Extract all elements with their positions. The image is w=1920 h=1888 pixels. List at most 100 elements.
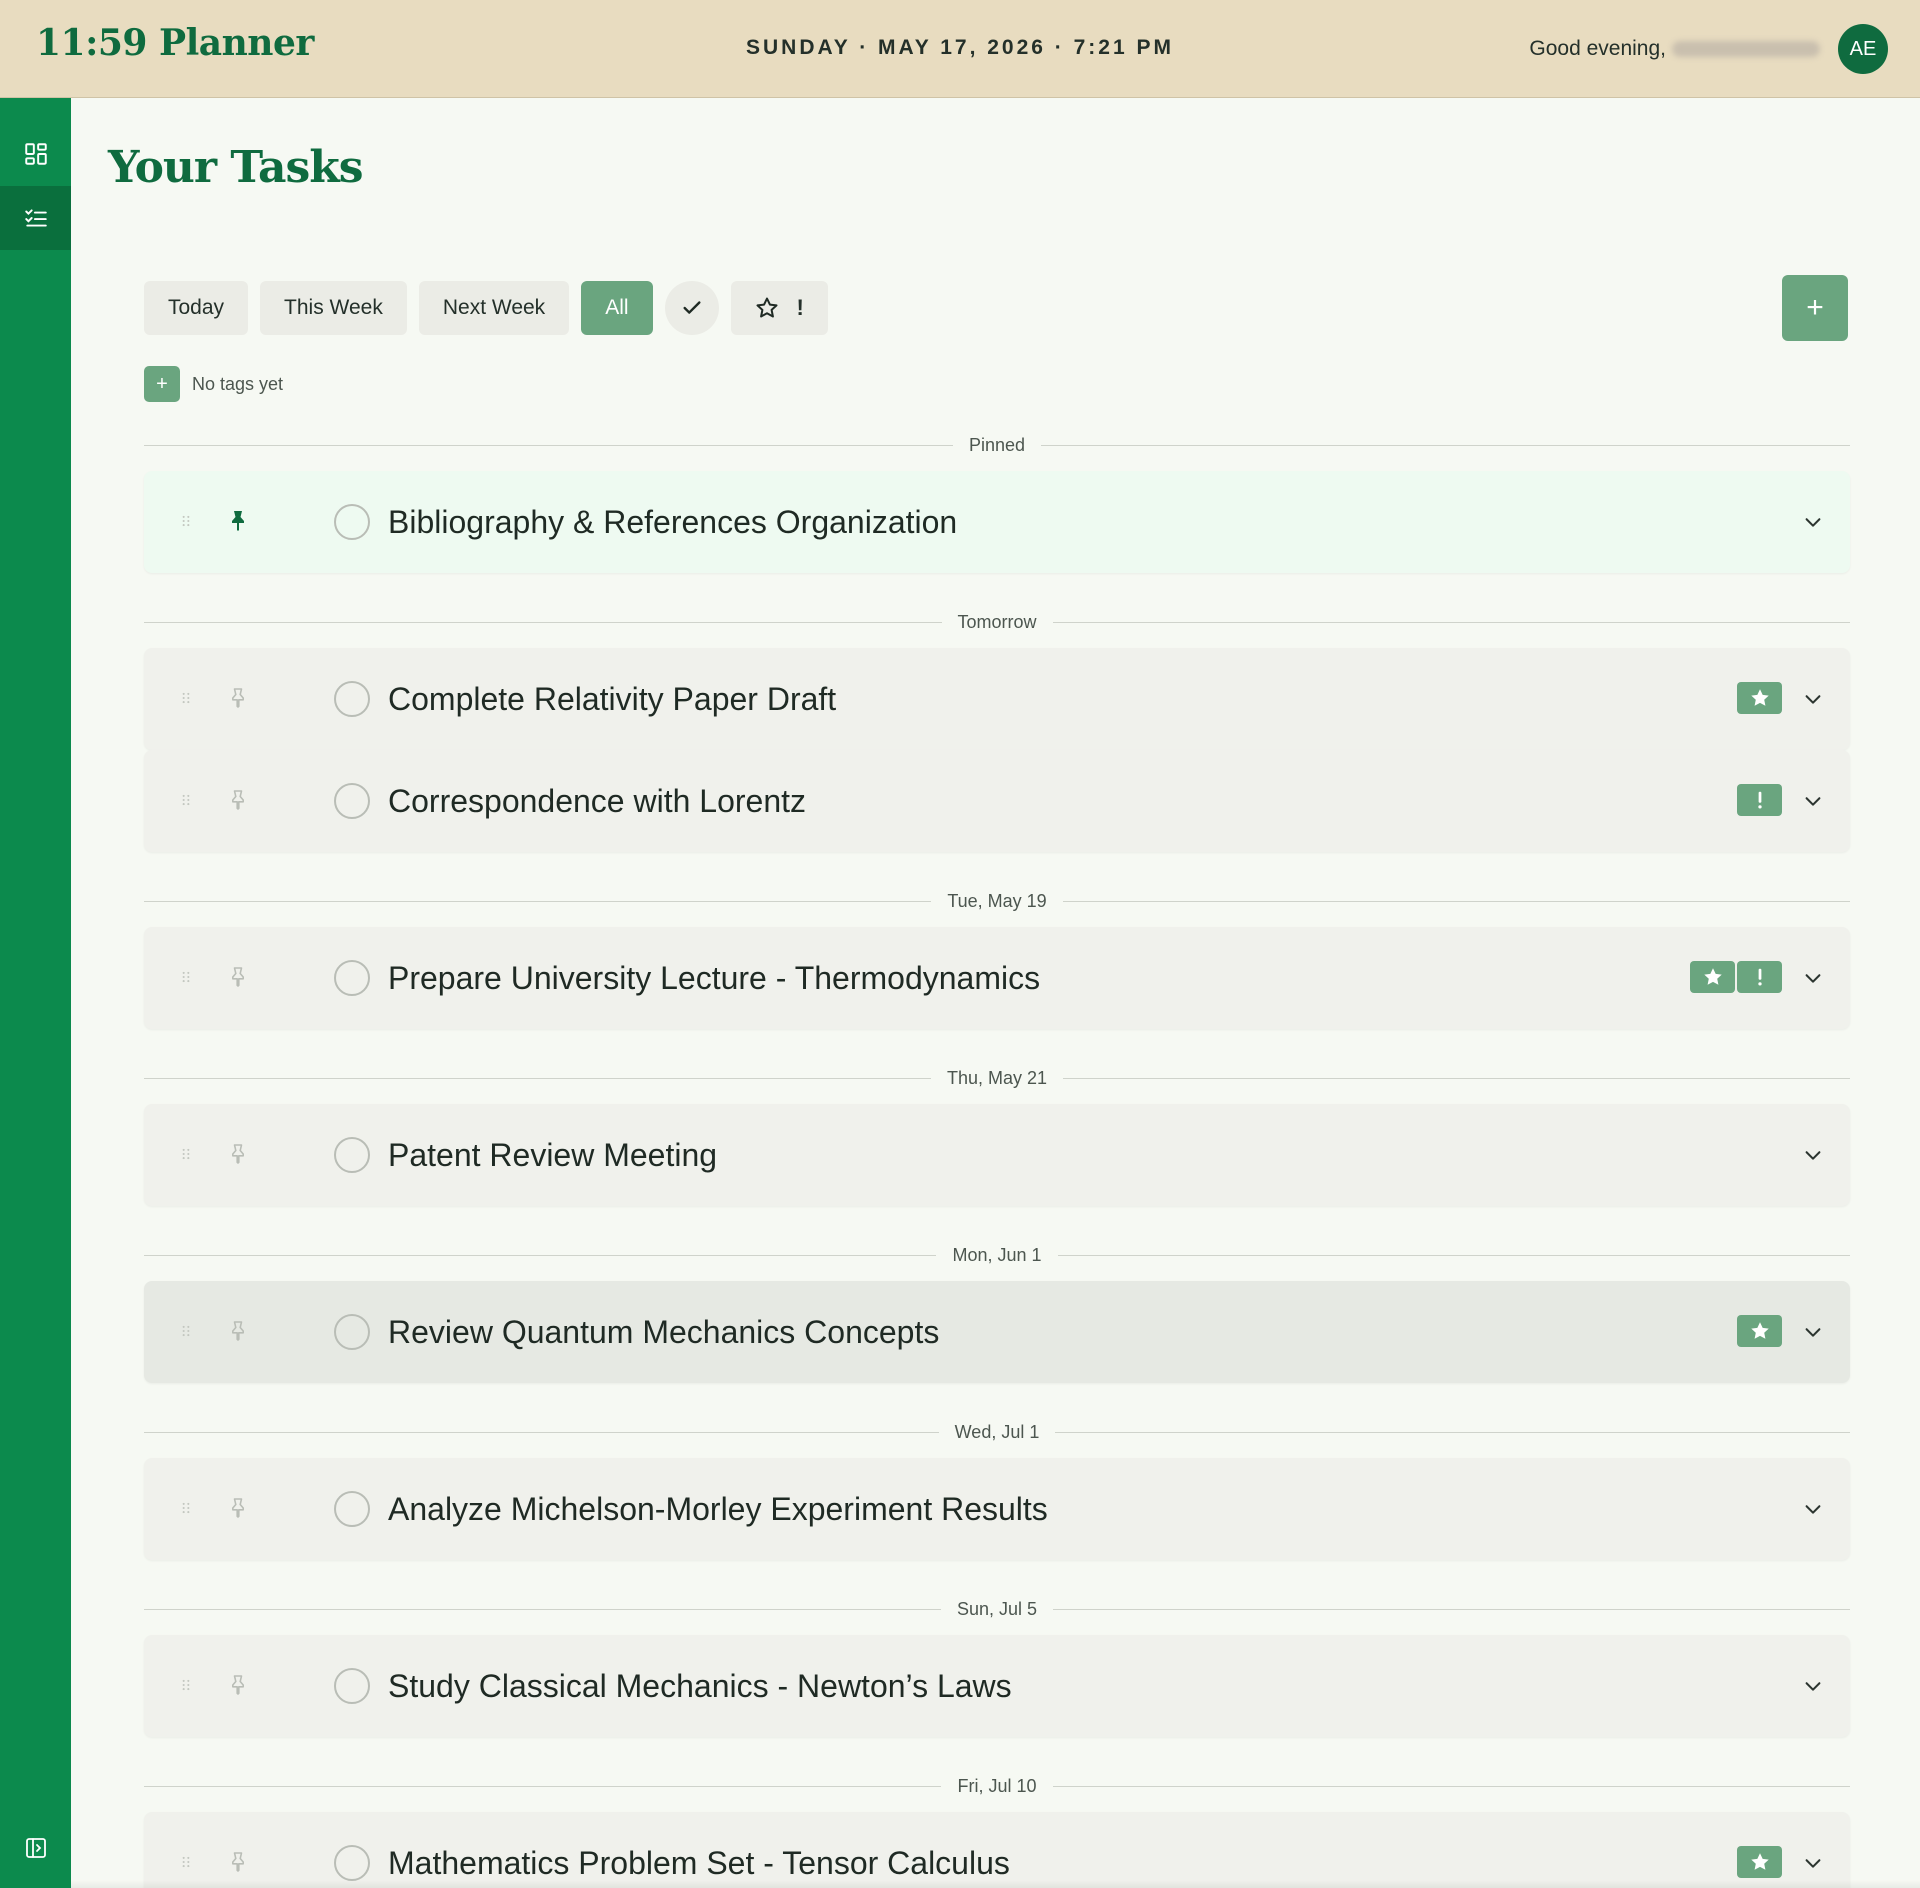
expand-button[interactable] xyxy=(1802,967,1824,994)
complete-checkbox[interactable] xyxy=(334,1845,370,1881)
expand-button[interactable] xyxy=(1802,790,1824,817)
drag-handle[interactable] xyxy=(179,686,193,715)
task-badges xyxy=(1737,1315,1782,1347)
sidebar xyxy=(0,98,71,1888)
complete-checkbox[interactable] xyxy=(334,783,370,819)
complete-checkbox[interactable] xyxy=(334,504,370,540)
pin-button[interactable] xyxy=(226,1141,250,1172)
task-row[interactable]: Prepare University Lecture - Thermodynam… xyxy=(144,927,1850,1029)
filter-today[interactable]: Today xyxy=(144,281,249,335)
section-label: Tue, May 19 xyxy=(947,890,1047,911)
sidebar-item-tasks[interactable] xyxy=(0,186,71,250)
task-row[interactable]: Mathematics Problem Set - Tensor Calculu… xyxy=(144,1812,1850,1888)
expand-button[interactable] xyxy=(1802,1498,1824,1525)
drag-handle[interactable] xyxy=(179,788,193,817)
task-badges xyxy=(1737,1846,1782,1878)
pin-button[interactable] xyxy=(226,508,250,539)
expand-button[interactable] xyxy=(1802,1144,1824,1171)
drag-handle-icon xyxy=(182,1148,190,1160)
pin-button[interactable] xyxy=(226,1495,250,1526)
tags-empty-text: No tags yet xyxy=(192,373,284,394)
chevron-down-icon xyxy=(1805,797,1821,806)
add-task-button[interactable]: + xyxy=(1782,275,1848,341)
complete-checkbox[interactable] xyxy=(334,1668,370,1704)
task-row[interactable]: Study Classical Mechanics - Newton’s Law… xyxy=(144,1635,1850,1737)
pin-outline-icon xyxy=(232,1498,244,1518)
section-divider: Fri, Jul 10 xyxy=(144,1775,1850,1797)
task-row[interactable]: Correspondence with Lorentz xyxy=(144,750,1850,852)
exclamation-icon xyxy=(1757,968,1762,986)
section-label: Pinned xyxy=(968,434,1026,455)
chevron-down-icon xyxy=(1805,1859,1821,1868)
section-label: Fri, Jul 10 xyxy=(957,1775,1037,1796)
complete-checkbox[interactable] xyxy=(334,960,370,996)
sidebar-toggle-button[interactable] xyxy=(0,1816,71,1880)
drag-handle[interactable] xyxy=(179,1319,193,1348)
filter-completed[interactable] xyxy=(664,281,719,335)
drag-handle[interactable] xyxy=(179,1142,193,1171)
section-divider: Wed, Jul 1 xyxy=(144,1421,1850,1443)
star-badge xyxy=(1737,1846,1782,1878)
drag-handle[interactable] xyxy=(179,1850,193,1879)
task-row[interactable]: Patent Review Meeting xyxy=(144,1104,1850,1206)
expand-button[interactable] xyxy=(1802,688,1824,715)
task-row[interactable]: Bibliography & References Organization xyxy=(144,471,1850,573)
sidebar-item-dashboard[interactable] xyxy=(0,122,71,186)
task-title: Bibliography & References Organization xyxy=(388,504,958,540)
scroll-fade xyxy=(71,1880,1920,1888)
task-row[interactable]: Review Quantum Mechanics Concepts xyxy=(144,1281,1850,1383)
avatar[interactable]: AE xyxy=(1838,24,1888,74)
star-filled-icon xyxy=(1750,689,1769,706)
drag-handle[interactable] xyxy=(179,1673,193,1702)
star-filled-icon xyxy=(1750,1853,1769,1870)
task-title: Patent Review Meeting xyxy=(388,1137,718,1173)
pin-button[interactable] xyxy=(226,685,250,716)
urgent-badge xyxy=(1737,784,1782,816)
filter-star-urgent[interactable]: ! xyxy=(730,281,828,335)
pin-outline-icon xyxy=(232,1675,244,1695)
drag-handle-icon xyxy=(182,692,190,704)
chevron-down-icon xyxy=(1805,1682,1821,1691)
task-title: Analyze Michelson-Morley Experiment Resu… xyxy=(388,1491,1048,1527)
task-badges xyxy=(1737,784,1782,816)
section-label: Sun, Jul 5 xyxy=(956,1598,1038,1619)
pin-button[interactable] xyxy=(226,964,250,995)
user-name-redacted xyxy=(1672,41,1820,58)
filter-all[interactable]: All xyxy=(581,281,653,335)
filter-next-week[interactable]: Next Week xyxy=(418,281,570,335)
expand-button[interactable] xyxy=(1802,1675,1824,1702)
pin-button[interactable] xyxy=(226,1318,250,1349)
section-divider: Sun, Jul 5 xyxy=(144,1598,1850,1620)
pin-button[interactable] xyxy=(226,787,250,818)
star-badge xyxy=(1690,961,1735,993)
pin-button[interactable] xyxy=(226,1849,250,1880)
drag-handle-icon xyxy=(182,1325,190,1337)
drag-handle-icon xyxy=(182,794,190,806)
section-label: Mon, Jun 1 xyxy=(952,1244,1042,1265)
complete-checkbox[interactable] xyxy=(334,1137,370,1173)
task-row[interactable]: Analyze Michelson-Morley Experiment Resu… xyxy=(144,1458,1850,1560)
add-tag-button[interactable]: + xyxy=(144,366,180,402)
section-divider: Thu, May 21 xyxy=(144,1067,1850,1089)
complete-checkbox[interactable] xyxy=(334,681,370,717)
section-label: Tomorrow xyxy=(957,611,1037,632)
checkmark-icon xyxy=(683,301,701,314)
task-title: Study Classical Mechanics - Newton’s Law… xyxy=(388,1668,1012,1704)
filter-this-week[interactable]: This Week xyxy=(260,281,407,335)
chevron-down-icon xyxy=(1805,695,1821,704)
drag-handle[interactable] xyxy=(179,965,193,994)
drag-handle[interactable] xyxy=(179,1496,193,1525)
complete-checkbox[interactable] xyxy=(334,1491,370,1527)
expand-button[interactable] xyxy=(1802,511,1824,538)
expand-button[interactable] xyxy=(1802,1321,1824,1348)
star-badge xyxy=(1737,682,1782,714)
pin-button[interactable] xyxy=(226,1672,250,1703)
expand-button[interactable] xyxy=(1802,1852,1824,1879)
task-row[interactable]: Complete Relativity Paper Draft xyxy=(144,648,1850,750)
greeting-text: Good evening, xyxy=(1529,37,1666,60)
star-outline-icon xyxy=(756,297,778,318)
drag-handle[interactable] xyxy=(179,509,193,538)
complete-checkbox[interactable] xyxy=(334,1314,370,1350)
chevron-down-icon xyxy=(1805,518,1821,527)
greeting: Good evening, xyxy=(1529,37,1820,61)
